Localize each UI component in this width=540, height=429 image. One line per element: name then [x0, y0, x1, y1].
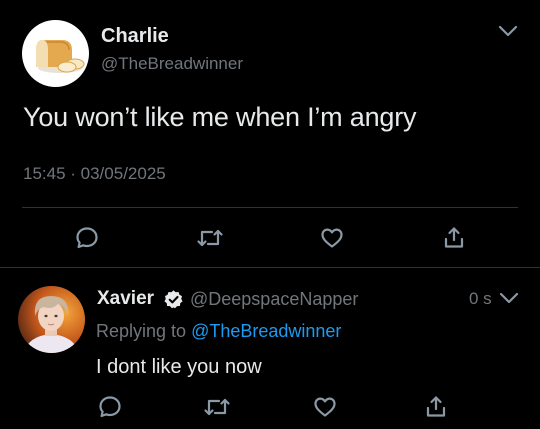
retweet-icon: [204, 398, 230, 416]
more-options-button[interactable]: [495, 20, 521, 42]
avatar-photo: [18, 286, 85, 353]
verified-badge-icon: [163, 289, 184, 310]
share-icon: [444, 227, 464, 248]
tweet-text: You won’t like me when I’m angry: [23, 102, 417, 132]
share-icon: [426, 396, 446, 417]
replying-to-line: Replying to @TheBreadwinner: [96, 321, 341, 342]
tweet-timestamp[interactable]: 15:45 · 03/05/2025: [23, 164, 166, 184]
bread-loaf-icon: [36, 40, 85, 73]
reply-author-name[interactable]: Xavier: [97, 288, 154, 310]
author-handle[interactable]: @TheBreadwinner: [101, 54, 243, 74]
reply-icon: [76, 227, 98, 249]
retweet-button[interactable]: [203, 394, 231, 420]
author-name[interactable]: Charlie: [101, 25, 169, 48]
reply-button[interactable]: [74, 225, 100, 251]
share-button[interactable]: [424, 394, 448, 420]
divider: [0, 267, 540, 268]
share-button[interactable]: [442, 225, 466, 251]
divider: [22, 207, 518, 208]
reply-author-avatar[interactable]: [18, 286, 85, 353]
reply-icon: [99, 396, 121, 418]
reply-button[interactable]: [97, 394, 123, 420]
reply-more-options-button[interactable]: [497, 287, 521, 309]
chevron-down-icon: [498, 25, 518, 37]
author-avatar[interactable]: [22, 20, 89, 87]
heart-icon: [321, 228, 343, 248]
reply-text: I dont like you now: [96, 356, 262, 378]
reply-author-handle[interactable]: @DeepspaceNapper: [190, 289, 358, 310]
reply-timestamp[interactable]: 0 s: [469, 289, 492, 309]
like-button[interactable]: [319, 225, 345, 251]
retweet-button[interactable]: [196, 225, 224, 251]
heart-icon: [314, 397, 336, 417]
replying-to-label: Replying to: [96, 321, 192, 341]
chevron-down-icon: [499, 292, 519, 304]
retweet-icon: [197, 229, 223, 247]
replying-to-handle-link[interactable]: @TheBreadwinner: [191, 321, 341, 341]
like-button[interactable]: [312, 394, 338, 420]
